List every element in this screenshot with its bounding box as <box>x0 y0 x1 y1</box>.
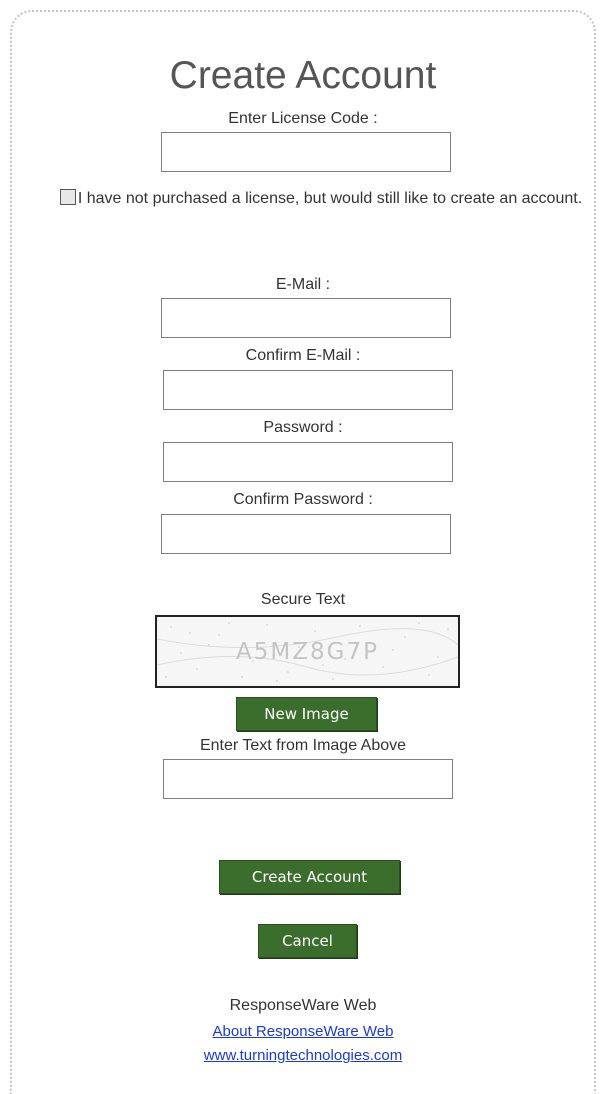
new-image-button[interactable]: New Image <box>236 697 377 731</box>
create-account-button[interactable]: Create Account <box>219 860 400 894</box>
site-link[interactable]: www.turningtechnologies.com <box>12 1046 594 1066</box>
password-input[interactable] <box>163 442 453 482</box>
secure-text-label: Secure Text <box>260 591 346 608</box>
email-label: E-Mail : <box>275 276 331 293</box>
confirm-password-label: Confirm Password : <box>233 491 373 508</box>
captcha-entry-input[interactable] <box>163 759 453 799</box>
email-input[interactable] <box>161 298 451 338</box>
product-name: ResponseWare Web <box>229 997 377 1014</box>
password-label: Password : <box>263 419 343 436</box>
confirm-email-input[interactable] <box>163 370 453 410</box>
no-license-label: I have not purchased a license, but woul… <box>77 190 583 207</box>
no-license-option: I have not purchased a license, but woul… <box>48 187 594 210</box>
captcha-text: A5MZ8G7P <box>236 639 379 665</box>
confirm-password-input[interactable] <box>161 514 451 554</box>
license-code-input[interactable] <box>161 132 451 172</box>
no-license-checkbox[interactable] <box>59 189 76 205</box>
cancel-button[interactable]: Cancel <box>258 924 357 958</box>
captcha-entry-label: Enter Text from Image Above <box>199 737 407 754</box>
page-title: Create Account <box>169 54 437 97</box>
confirm-email-label: Confirm E-Mail : <box>245 347 361 364</box>
license-code-label: Enter License Code : <box>228 110 378 127</box>
about-link[interactable]: About ResponseWare Web <box>12 1022 594 1042</box>
captcha-image: A5MZ8G7P <box>155 615 460 688</box>
